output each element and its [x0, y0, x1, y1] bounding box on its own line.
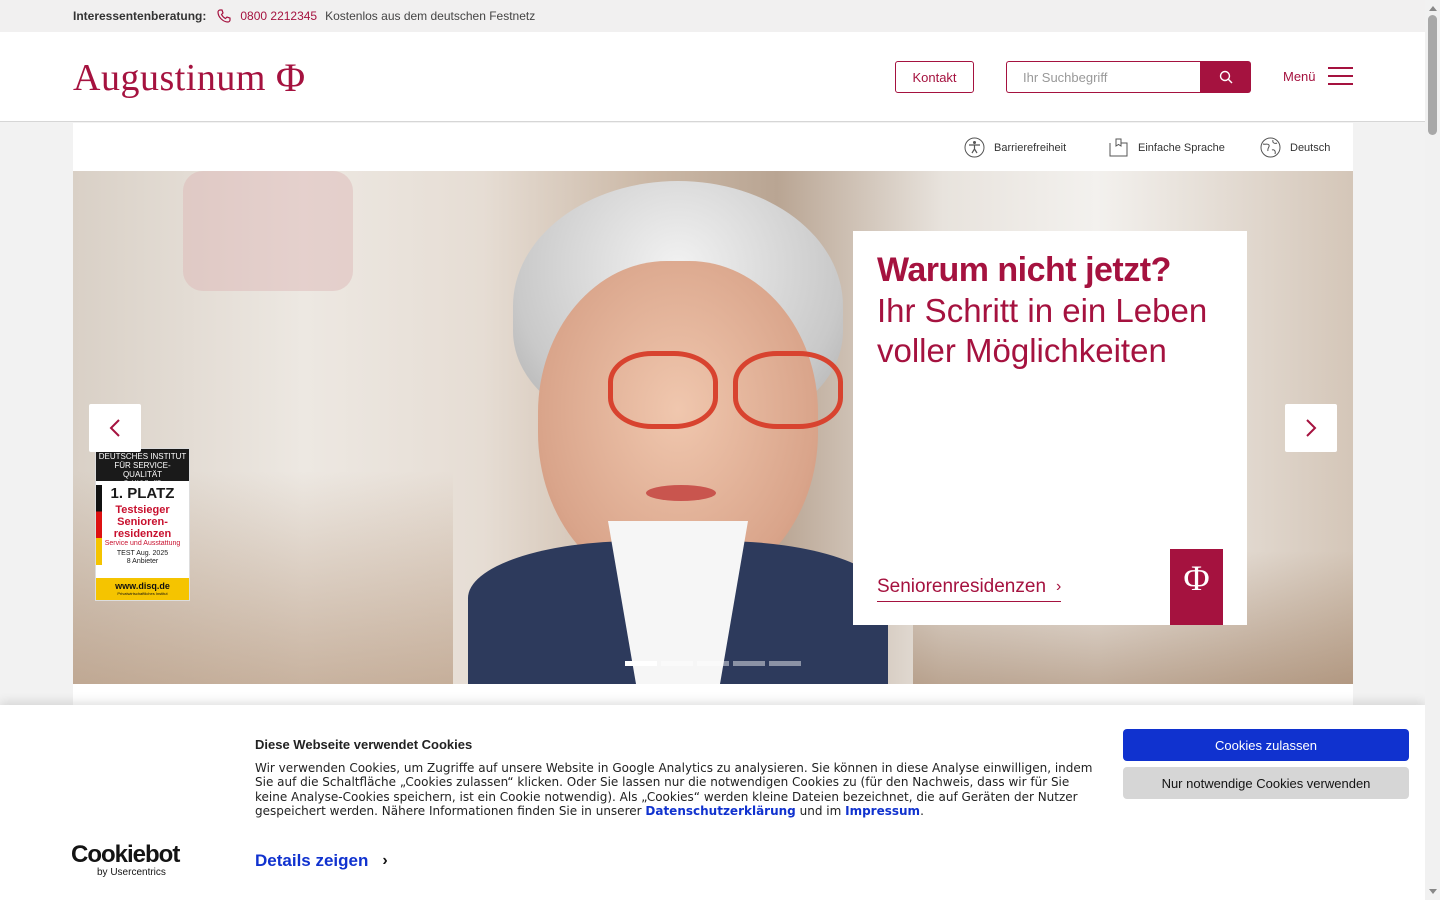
- chevron-right-icon: [1306, 419, 1317, 437]
- search-icon: [1219, 70, 1232, 84]
- cookiebot-name: Cookiebot: [71, 841, 180, 868]
- cookie-period: .: [920, 804, 924, 819]
- accessibility-link[interactable]: Barrierefreiheit: [964, 137, 1066, 158]
- hamburger-icon: [1327, 67, 1353, 85]
- language-selector[interactable]: Deutsch: [1260, 137, 1330, 158]
- badge-footer: Privatwirtschaftliches Institut: [117, 591, 168, 596]
- cookie-and: und im: [799, 804, 842, 819]
- show-details-button[interactable]: Details zeigen ›: [255, 851, 388, 871]
- allow-cookies-button[interactable]: Cookies zulassen: [1123, 729, 1409, 761]
- slider-pagination: [625, 661, 801, 666]
- slider-next-button[interactable]: [1285, 404, 1337, 452]
- link-label: Seniorenresidenzen: [877, 576, 1047, 597]
- slider-prev-button[interactable]: [89, 404, 141, 452]
- slider-dot[interactable]: [733, 661, 765, 666]
- badge-subtitle: Service und Ausstattung: [104, 540, 181, 547]
- hero-slider: DEUTSCHES INSTITUT FÜR SERVICE-QUALITÄT …: [73, 171, 1353, 684]
- cookie-banner: Cookiebot by Usercentrics Diese Webseite…: [0, 705, 1425, 900]
- hero-headline: Warum nicht jetzt?: [877, 251, 1171, 289]
- scroll-up-icon[interactable]: [1429, 6, 1437, 11]
- phone-number-link[interactable]: 0800 2212345: [240, 9, 317, 23]
- easy-language-icon: [1109, 138, 1128, 157]
- cookie-text: Wir verwenden Cookies, um Zugriffe auf u…: [255, 761, 1095, 819]
- cookiebot-logo: Cookiebot by Usercentrics: [71, 841, 180, 879]
- scroll-down-icon[interactable]: [1429, 889, 1437, 894]
- page-scrollbar[interactable]: [1425, 0, 1440, 900]
- chevron-right-icon: ›: [1056, 578, 1062, 595]
- accessibility-icon: [964, 137, 985, 158]
- cookie-title: Diese Webseite verwendet Cookies: [255, 737, 473, 752]
- consultation-label: Interessentenberatung:: [73, 9, 207, 23]
- augustinum-logo[interactable]: Augustinum Φ: [73, 54, 306, 101]
- site-header: Augustinum Φ Kontakt Menü: [0, 32, 1425, 122]
- easy-language-link[interactable]: Einfache Sprache: [1108, 137, 1225, 158]
- hero-image-senior-woman: [468, 181, 888, 684]
- necessary-cookies-button[interactable]: Nur notwendige Cookies verwenden: [1123, 767, 1409, 799]
- content-area: [73, 684, 1353, 706]
- hero-teaser-card: Warum nicht jetzt? Ihr Schritt in ein Le…: [853, 231, 1247, 625]
- badge-place: 1. PLATZ: [110, 485, 175, 502]
- slider-dot[interactable]: [697, 661, 729, 666]
- search-input[interactable]: [1006, 61, 1200, 93]
- details-label: Details zeigen: [255, 851, 369, 870]
- seniorenresidenzen-link[interactable]: Seniorenresidenzen ›: [877, 576, 1062, 602]
- easy-language-label: Einfache Sprache: [1138, 141, 1225, 154]
- background-decor: [183, 171, 353, 291]
- disq-award-badge: DEUTSCHES INSTITUT FÜR SERVICE-QUALITÄT …: [95, 448, 190, 601]
- badge-title: Testsieger Senioren-residenzen: [113, 504, 172, 540]
- contact-button[interactable]: Kontakt: [895, 61, 974, 93]
- top-info-bar: Interessentenberatung: 0800 2212345 Kost…: [0, 0, 1425, 32]
- slider-dot[interactable]: [769, 661, 801, 666]
- badge-test: TEST Aug. 2025: [116, 550, 169, 557]
- badge-providers: 8 Anbieter: [126, 558, 159, 565]
- badge-url: www.disq.de: [115, 581, 170, 591]
- imprint-link[interactable]: Impressum: [845, 804, 920, 818]
- phone-icon: [216, 8, 232, 24]
- slider-dot[interactable]: [661, 661, 693, 666]
- scrollbar-thumb[interactable]: [1428, 15, 1437, 135]
- search-button[interactable]: [1200, 61, 1251, 93]
- logo-text: Augustinum: [73, 56, 266, 99]
- brand-phi-icon: Φ: [1170, 549, 1223, 625]
- language-label: Deutsch: [1290, 141, 1331, 154]
- badge-institute: DEUTSCHES INSTITUT FÜR SERVICE-QUALITÄT: [98, 452, 187, 479]
- menu-toggle[interactable]: Menü: [1283, 67, 1353, 85]
- hero-subline: Ihr Schritt in ein Leben voller Möglichk…: [877, 292, 1208, 369]
- chevron-left-icon: [109, 419, 120, 437]
- menu-label: Menü: [1283, 68, 1316, 84]
- phone-note: Kostenlos aus dem deutschen Festnetz: [325, 9, 536, 23]
- logo-phi-icon: Φ: [275, 55, 306, 100]
- search-form: [1006, 61, 1251, 93]
- cookiebot-by: by Usercentrics: [97, 867, 166, 878]
- slider-dot[interactable]: [625, 661, 657, 666]
- chevron-right-icon: ›: [382, 852, 388, 869]
- accessibility-label: Barrierefreiheit: [994, 141, 1067, 154]
- globe-icon: [1260, 137, 1281, 158]
- privacy-policy-link[interactable]: Datenschutzerklärung: [645, 804, 795, 818]
- utility-bar: Barrierefreiheit Einfache Sprache Deutsc…: [73, 123, 1353, 171]
